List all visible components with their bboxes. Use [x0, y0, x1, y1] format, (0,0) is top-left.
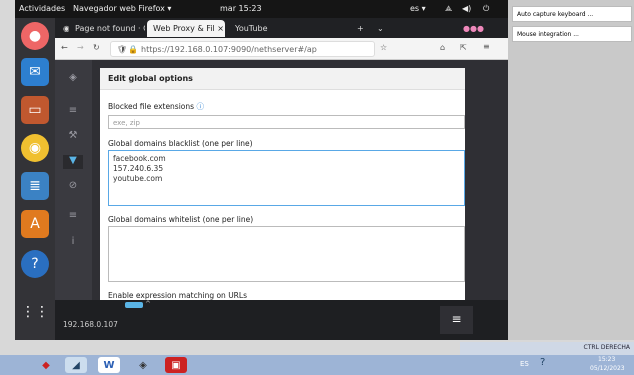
- chevron-up-icon[interactable]: ^: [145, 300, 151, 308]
- word-icon[interactable]: W: [98, 357, 120, 373]
- bottom-bar: ^ 192.168.0.107 ≡: [55, 300, 508, 340]
- forward-icon[interactable]: →: [77, 43, 84, 52]
- volume-icon[interactable]: ◀): [462, 4, 471, 13]
- wrench-icon[interactable]: ⚒: [63, 130, 83, 144]
- help-icon[interactable]: ?: [21, 250, 49, 278]
- clock[interactable]: mar 15:23: [220, 4, 262, 13]
- language-indicator[interactable]: es ▾: [410, 4, 426, 13]
- host-sidebar: Auto capture keyboard ... Mouse integrat…: [508, 0, 634, 340]
- help-tray-icon[interactable]: ?: [540, 357, 545, 368]
- power-icon[interactable]: ⏻: [483, 4, 489, 14]
- app-blue-icon[interactable]: ◢: [65, 357, 87, 373]
- info-icon[interactable]: i: [63, 236, 83, 250]
- cube-icon[interactable]: ◈: [63, 72, 83, 86]
- shield-icon[interactable]: 🛡: [117, 45, 127, 54]
- new-tab-button[interactable]: +: [351, 20, 367, 37]
- tab-youtube[interactable]: YouTube: [229, 20, 309, 37]
- tab-list-icon[interactable]: ⌄: [371, 20, 387, 37]
- blacklist-label: Global domains blacklist (one per line): [108, 139, 253, 148]
- extensions-icon[interactable]: ⇱: [460, 43, 467, 52]
- note-auto-capture[interactable]: Auto capture keyboard ...: [512, 6, 632, 22]
- url-bar[interactable]: 🛡 🔒 https://192.168.0.107:9090/nethserve…: [110, 41, 375, 57]
- bookmark-star-icon[interactable]: ☆: [380, 43, 387, 52]
- firefox-icon[interactable]: ●: [21, 22, 49, 50]
- virtualbox-icon[interactable]: ◈: [132, 357, 154, 373]
- block-icon[interactable]: ⊘: [63, 180, 83, 194]
- firefox-logo-icon: ◉: [63, 24, 69, 33]
- url-text: https://192.168.0.107:9090/nethserver#/a…: [141, 45, 317, 54]
- reload-icon[interactable]: ↻: [93, 43, 100, 52]
- window-controls[interactable]: ●●●: [457, 20, 497, 37]
- software-icon[interactable]: A: [21, 210, 49, 238]
- host-tray: CTRL DERECHA: [460, 342, 634, 355]
- side-nav: ◈ ≡ ⚒ ▼ ⊘ ≡ i: [55, 60, 92, 300]
- app-red-icon[interactable]: ◆: [35, 357, 57, 373]
- notification-pill[interactable]: [125, 302, 143, 308]
- lock-icon[interactable]: 🔒: [128, 45, 138, 54]
- panel-title: Edit global options: [100, 68, 465, 90]
- menu-icon[interactable]: ≡: [483, 42, 490, 51]
- note-mouse-integration[interactable]: Mouse integration ...: [512, 26, 632, 42]
- activities-button[interactable]: Actividades: [19, 4, 65, 13]
- tray-date: 05/12/2023: [590, 365, 625, 372]
- filter-icon[interactable]: ▼: [63, 155, 83, 169]
- host-ip: 192.168.0.107: [63, 320, 118, 329]
- list-icon[interactable]: ≡: [63, 105, 83, 119]
- whitelist-label: Global domains whitelist (one per line): [108, 215, 254, 224]
- pocket-icon[interactable]: ⌂: [440, 43, 445, 52]
- expression-matching-label: Enable expression matching on URLs: [108, 291, 247, 300]
- blocked-extensions-input[interactable]: exe, zip: [108, 115, 465, 129]
- tab-bar: ◉ Page not found · C × Web Proxy & Fil ×…: [55, 18, 508, 38]
- info-circle-icon[interactable]: ⓘ: [196, 102, 204, 111]
- writer-icon[interactable]: ≣: [21, 172, 49, 200]
- tab-web-proxy[interactable]: Web Proxy & Fil ×: [147, 20, 225, 37]
- blacklist-textarea[interactable]: facebook.com 157.240.6.35 youtube.com: [108, 150, 465, 206]
- page-content: ◈ ≡ ⚒ ▼ ⊘ ≡ i Edit global options Blocke…: [55, 60, 508, 340]
- app-photo-icon[interactable]: ▣: [165, 357, 187, 373]
- blocked-ext-label: Blocked file extensions ⓘ: [108, 102, 204, 111]
- host-taskbar: ◆ ◢ W ◈ ▣ ES ? 15:23 05/12/2023: [0, 355, 634, 375]
- back-icon[interactable]: ←: [61, 43, 68, 52]
- tray-time: 15:23: [598, 356, 616, 363]
- hamburger-button[interactable]: ≡: [440, 306, 473, 334]
- list-icon-2[interactable]: ≡: [63, 210, 83, 224]
- nav-bar: ← → ↻ 🛡 🔒 https://192.168.0.107:9090/net…: [55, 38, 508, 60]
- gnome-top-bar: Actividades Navegador web Firefox ▾ mar …: [15, 0, 508, 18]
- dock: ● ✉ ▭ ◉ ≣ A ? ⋮⋮: [15, 18, 55, 340]
- edit-global-options-panel: Edit global options Blocked file extensi…: [100, 68, 465, 300]
- files-icon[interactable]: ▭: [21, 96, 49, 124]
- tray-lang[interactable]: ES: [520, 360, 529, 368]
- whitelist-textarea[interactable]: [108, 226, 465, 282]
- tab-page-not-found[interactable]: Page not found · C ×: [69, 20, 145, 37]
- rhythmbox-icon[interactable]: ◉: [21, 134, 49, 162]
- show-apps-icon[interactable]: ⋮⋮: [21, 298, 49, 326]
- thunderbird-icon[interactable]: ✉: [21, 58, 49, 86]
- vm-window: Actividades Navegador web Firefox ▾ mar …: [15, 0, 508, 340]
- app-menu[interactable]: Navegador web Firefox ▾: [73, 4, 171, 13]
- network-icon[interactable]: ⟁: [445, 4, 452, 14]
